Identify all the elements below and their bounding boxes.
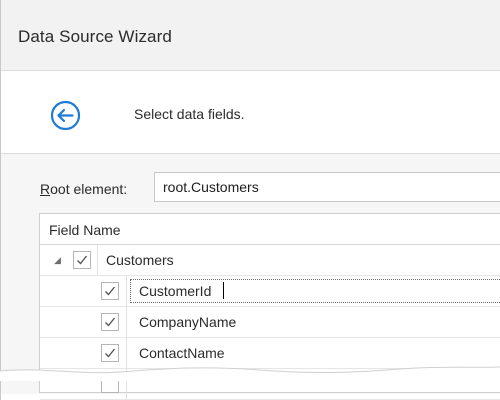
column-divider bbox=[126, 276, 127, 306]
root-element-input[interactable] bbox=[154, 172, 500, 202]
root-element-label: Root element: bbox=[40, 181, 127, 197]
column-divider bbox=[126, 307, 127, 337]
torn-edge-decoration bbox=[0, 366, 500, 381]
field-name-column-label: Field Name bbox=[49, 222, 121, 238]
customerid-checkbox[interactable] bbox=[101, 282, 119, 300]
title-bar: Data Source Wizard bbox=[1, 0, 500, 71]
wizard-step-subtitle: Select data fields. bbox=[134, 106, 245, 122]
back-button[interactable] bbox=[50, 100, 81, 131]
tree-column-header[interactable]: Field Name bbox=[40, 214, 500, 245]
tree-row-customerid[interactable]: CustomerId bbox=[40, 276, 500, 307]
contactname-checkbox[interactable] bbox=[101, 344, 119, 362]
tree-row-companyname[interactable]: CompanyName bbox=[40, 307, 500, 338]
tree-row-label: CustomerId bbox=[139, 283, 212, 299]
wizard-window: Data Source Wizard Select data fields. R… bbox=[0, 0, 500, 400]
checkmark-icon bbox=[105, 317, 116, 327]
companyname-checkbox[interactable] bbox=[101, 313, 119, 331]
customers-checkbox[interactable] bbox=[73, 251, 91, 269]
checkmark-icon bbox=[105, 348, 116, 358]
tree-row-label: ContactName bbox=[139, 345, 225, 361]
tree-row-customers[interactable]: ◢ Customers bbox=[40, 245, 500, 276]
root-element-label-mnemonic: R bbox=[40, 181, 51, 197]
tree-row-label: CompanyName bbox=[139, 314, 237, 330]
checkmark-icon bbox=[105, 286, 116, 296]
tree-row-label: Customers bbox=[106, 252, 174, 268]
root-element-label-text: oot element: bbox=[50, 181, 128, 197]
arrow-left-circle-icon bbox=[50, 100, 81, 131]
text-caret bbox=[223, 282, 224, 299]
window-title: Data Source Wizard bbox=[18, 27, 172, 46]
checkmark-icon bbox=[77, 255, 88, 265]
triangle-expanded-icon[interactable]: ◢ bbox=[54, 255, 61, 266]
column-divider bbox=[97, 245, 98, 275]
